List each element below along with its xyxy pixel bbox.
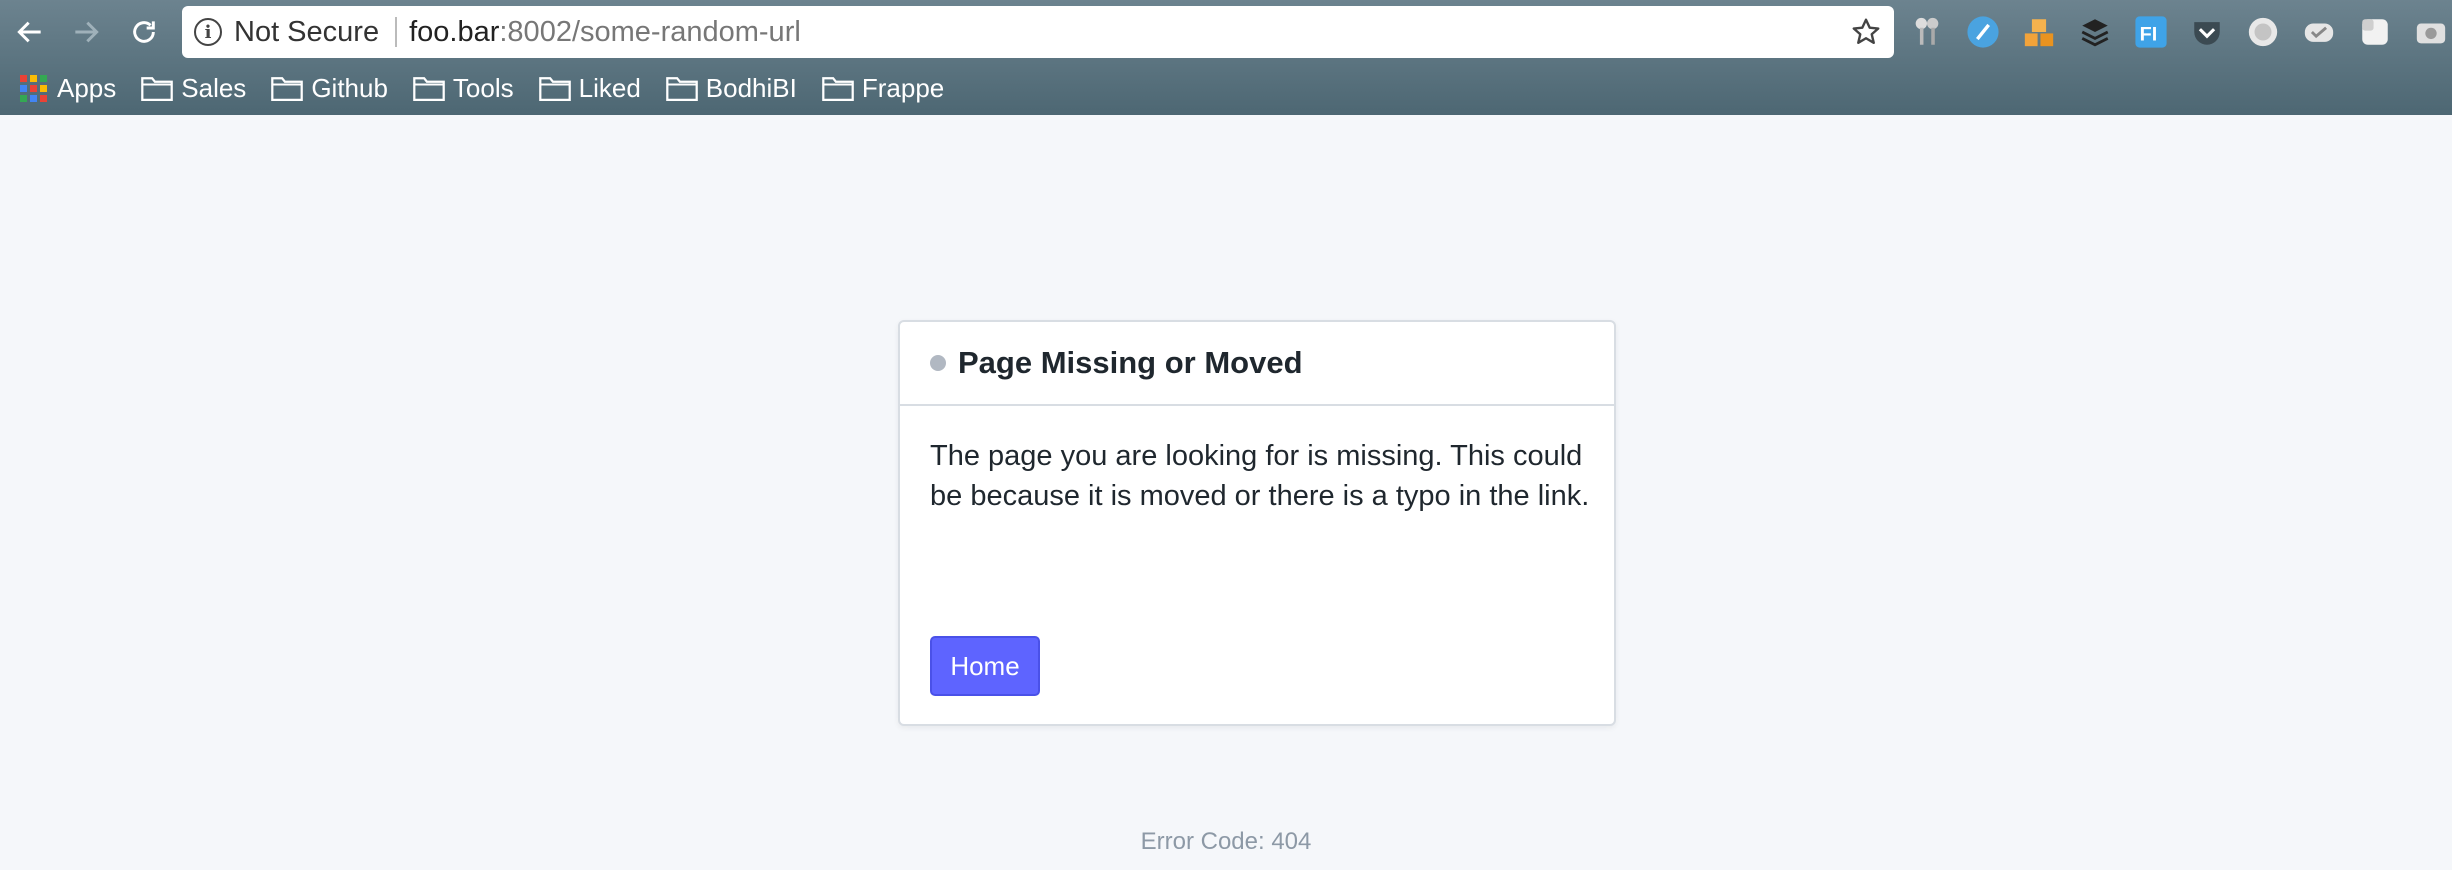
- apps-grid-icon: [20, 74, 47, 102]
- keychain-icon[interactable]: [1910, 15, 1944, 49]
- extensions-bar: FI: [1910, 12, 2452, 52]
- info-icon[interactable]: i: [194, 18, 222, 46]
- folder-icon: [538, 77, 571, 102]
- bookmarks-bar: Apps Sales Github Tools Liked BodhiBI Fr…: [20, 68, 968, 108]
- bookmark-sales[interactable]: Sales: [140, 73, 246, 104]
- forward-arrow-icon: [75, 21, 99, 43]
- security-label: Not Secure: [234, 15, 380, 48]
- stack-icon[interactable]: [2078, 15, 2112, 49]
- bookmark-label: Tools: [452, 72, 514, 103]
- bookmark-label: Frappe: [861, 72, 945, 103]
- home-button[interactable]: Home: [930, 636, 1040, 696]
- square-icon[interactable]: [2358, 15, 2392, 49]
- error-card: Page Missing or Moved The page you are l…: [898, 320, 1616, 726]
- card-header: Page Missing or Moved: [900, 322, 1614, 406]
- folder-icon: [271, 77, 304, 102]
- url-path: :8002/some-random-url: [499, 15, 801, 48]
- bookmark-tools[interactable]: Tools: [412, 73, 514, 104]
- reload-icon: [133, 21, 155, 43]
- bookmark-label: BodhiBI: [705, 72, 797, 103]
- folder-icon: [413, 77, 445, 102]
- error-message: The page you are looking for is missing.…: [930, 440, 1590, 512]
- bookmark-label: Sales: [181, 72, 247, 103]
- folder-icon: [665, 77, 698, 102]
- address-bar[interactable]: i Not Secure foo.bar:8002/some-random-ur…: [182, 6, 1894, 58]
- page-title: Page Missing or Moved: [958, 345, 1303, 380]
- circle-icon[interactable]: [2246, 15, 2280, 49]
- bookmark-star-icon[interactable]: [1850, 16, 1882, 48]
- folder-icon: [141, 77, 174, 102]
- plane-icon[interactable]: [1966, 15, 2000, 49]
- bookmark-apps[interactable]: Apps: [20, 73, 116, 104]
- bookmark-frappe[interactable]: Frappe: [821, 73, 944, 104]
- bookmark-bodhibi[interactable]: BodhiBI: [665, 73, 797, 104]
- reload-button[interactable]: [124, 12, 164, 52]
- error-code: Error Code: 404: [1140, 828, 1312, 855]
- back-arrow-icon: [17, 21, 41, 43]
- back-button[interactable]: [10, 12, 50, 52]
- omnibox-divider: [395, 17, 398, 47]
- bookmark-label: Liked: [578, 72, 641, 103]
- folder-icon: [822, 77, 854, 102]
- svg-text:FI: FI: [2140, 24, 2158, 46]
- forward-button[interactable]: [66, 12, 106, 52]
- camera-icon[interactable]: [2414, 15, 2448, 49]
- pocket-icon[interactable]: [2190, 15, 2224, 49]
- bookmark-github[interactable]: Github: [270, 73, 388, 104]
- url-text[interactable]: foo.bar:8002/some-random-url: [409, 16, 801, 49]
- bookmark-label: Github: [311, 72, 388, 103]
- status-dot-icon: [930, 355, 946, 371]
- bookmark-label: Apps: [57, 72, 117, 103]
- bookmark-liked[interactable]: Liked: [538, 73, 641, 104]
- check-cloud-icon[interactable]: [2302, 15, 2336, 49]
- fi-icon[interactable]: FI: [2134, 15, 2168, 49]
- url-host: foo.bar: [409, 15, 500, 48]
- boxes-icon[interactable]: [2022, 15, 2056, 49]
- card-body: The page you are looking for is missing.…: [900, 406, 1614, 516]
- browser-chrome: i Not Secure foo.bar:8002/some-random-ur…: [0, 0, 2452, 115]
